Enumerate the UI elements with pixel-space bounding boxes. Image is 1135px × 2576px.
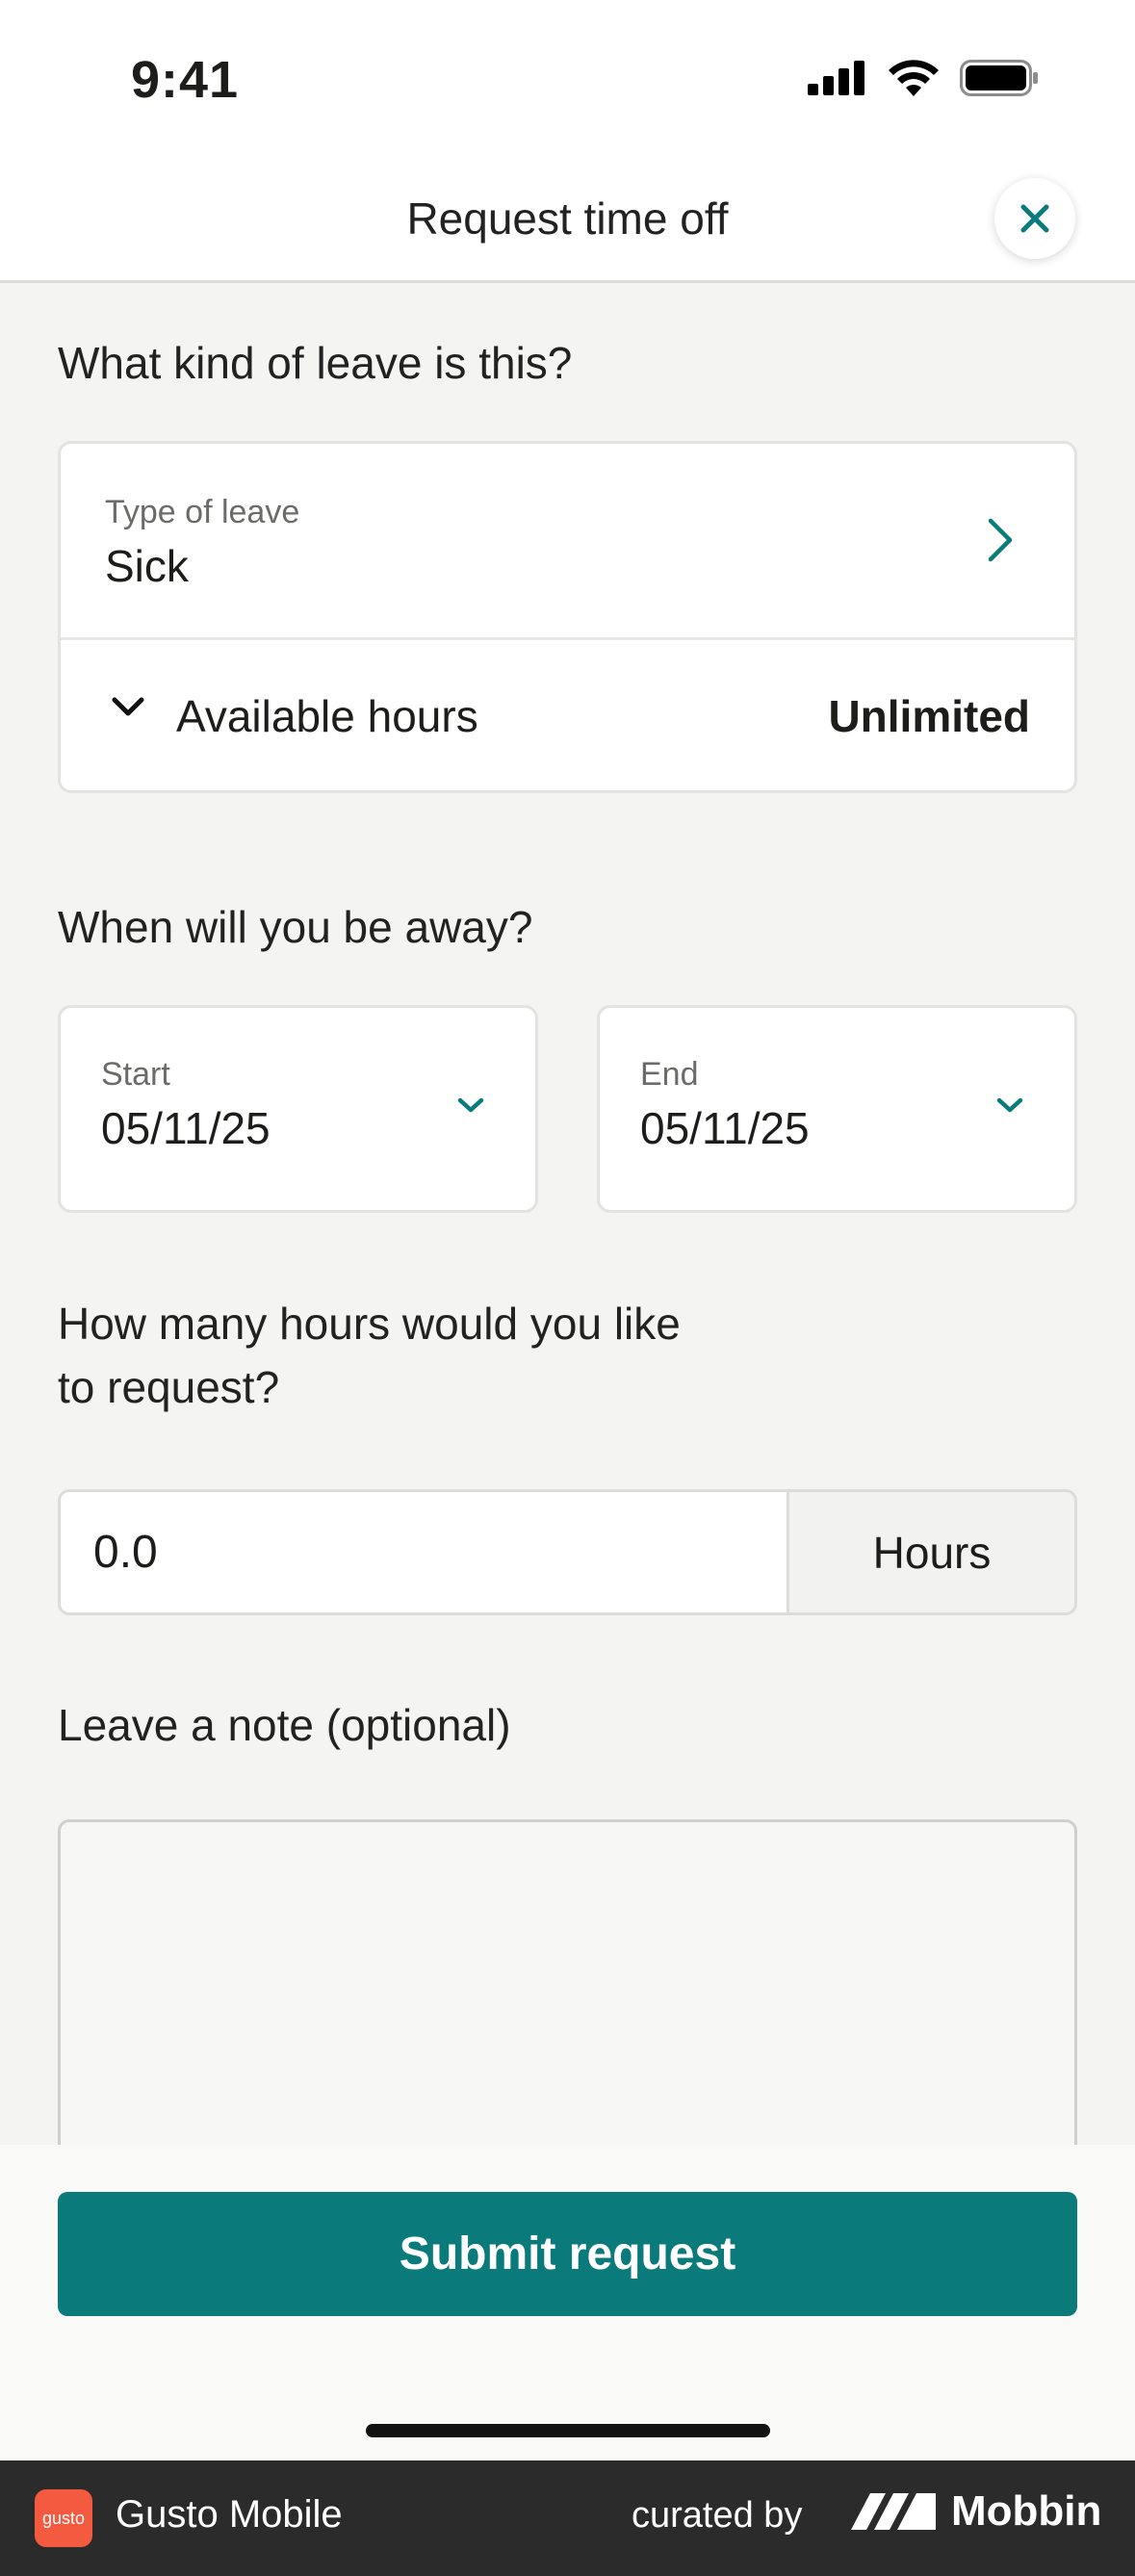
leave-type-row[interactable]: Type of leave Sick: [61, 444, 1074, 640]
gusto-logo: gusto: [35, 2489, 92, 2547]
close-icon: [1020, 204, 1049, 233]
end-date-field[interactable]: End 05/11/25: [597, 1005, 1077, 1213]
end-date-label: End: [640, 1056, 699, 1093]
chevron-down-icon: [996, 1097, 1023, 1113]
available-hours-row[interactable]: Available hours Unlimited: [61, 640, 1074, 793]
leave-section-title: What kind of leave is this?: [58, 338, 573, 388]
mobbin-brand-label: Mobbin: [951, 2487, 1102, 2535]
leave-card: Type of leave Sick Available hours Unlim…: [58, 441, 1077, 793]
start-date-field[interactable]: Start 05/11/25: [58, 1005, 538, 1213]
leave-type-value: Sick: [105, 541, 189, 591]
status-time: 9:41: [131, 51, 240, 109]
hours-section-title: How many hours would you like to request…: [58, 1292, 681, 1419]
dates-section-title: When will you be away?: [58, 902, 533, 952]
status-icons: [808, 60, 1039, 96]
status-bar: 9:41: [0, 0, 1135, 159]
chevron-right-icon: [988, 518, 1013, 562]
note-textarea[interactable]: [58, 1819, 1077, 2166]
chevron-down-icon: [457, 1097, 484, 1113]
page-title: Request time off: [406, 193, 729, 244]
mobbin-brand: Mobbin: [851, 2487, 1101, 2536]
submit-request-button[interactable]: Submit request: [58, 2192, 1077, 2316]
start-date-value: 05/11/25: [101, 1103, 271, 1153]
leave-type-label: Type of leave: [105, 494, 300, 530]
available-hours-label: Available hours: [176, 691, 478, 741]
hours-title-line1: How many hours would you like: [58, 1299, 681, 1349]
hours-title-line2: to request?: [58, 1362, 280, 1412]
app-name: Gusto Mobile: [116, 2493, 343, 2536]
bottom-action-bar: Submit request: [0, 2145, 1135, 2460]
note-section-title: Leave a note (optional): [58, 1700, 511, 1750]
nav-bar: Request time off: [0, 159, 1135, 283]
home-indicator: [366, 2424, 770, 2437]
wifi-icon: [889, 60, 939, 96]
mobbin-logo-icon: [851, 2493, 936, 2530]
hours-input[interactable]: 0.0: [58, 1489, 789, 1615]
curated-by-label: curated by: [632, 2495, 803, 2536]
start-date-label: Start: [101, 1056, 170, 1093]
hours-unit-label: Hours: [789, 1489, 1077, 1615]
end-date-value: 05/11/25: [640, 1103, 810, 1153]
close-button[interactable]: [994, 178, 1075, 259]
battery-icon: [960, 60, 1038, 96]
cellular-signal-icon: [808, 61, 864, 95]
chevron-down-icon: [112, 697, 144, 716]
available-hours-value: Unlimited: [828, 691, 1030, 741]
attribution-footer: gusto Gusto Mobile curated by Mobbin: [0, 2460, 1135, 2576]
